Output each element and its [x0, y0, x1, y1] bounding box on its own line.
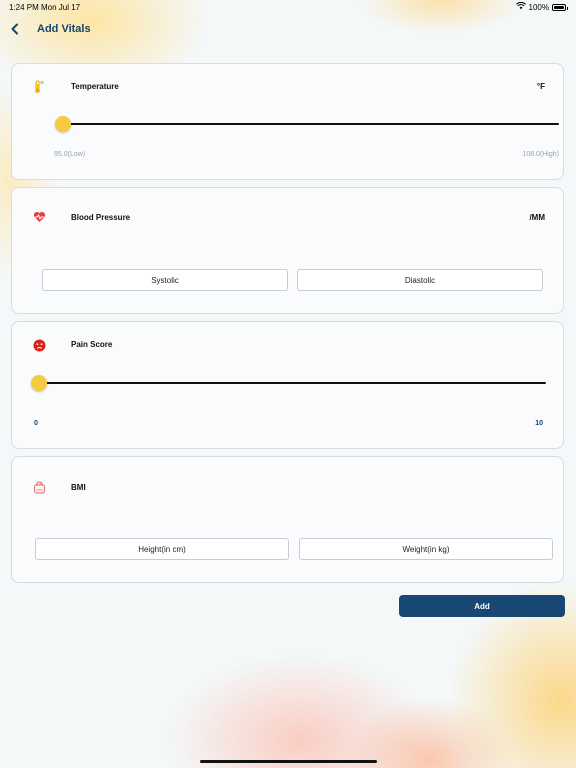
temperature-slider-thumb[interactable] — [55, 116, 71, 132]
home-indicator — [200, 760, 377, 763]
bmi-card: BMI — [11, 456, 564, 583]
scale-icon — [32, 480, 46, 494]
nav-bar: Add Vitals — [0, 18, 576, 40]
battery-icon — [552, 3, 568, 11]
back-button[interactable] — [6, 20, 24, 38]
chevron-left-icon — [11, 23, 18, 35]
heart-pulse-icon — [32, 210, 46, 224]
thermometer-icon — [32, 80, 46, 94]
page-title: Add Vitals — [37, 23, 91, 35]
pain-score-slider-track[interactable] — [36, 382, 546, 384]
battery-percent: 100% — [528, 2, 549, 12]
temperature-min-label: 95.0(Low) — [54, 151, 86, 158]
temperature-title: Temperature — [71, 82, 119, 91]
battery-level — [554, 5, 564, 9]
systolic-input[interactable] — [42, 269, 288, 291]
temperature-card: Temperature °F 95.0(Low) 108.0(High) — [11, 63, 564, 180]
temperature-unit: °F — [536, 82, 545, 91]
sad-face-icon — [32, 338, 46, 352]
temperature-slider-track[interactable] — [60, 123, 559, 125]
pain-score-card: Pain Score 0 10 — [11, 321, 564, 449]
blood-pressure-unit: /MM — [529, 213, 545, 222]
bmi-title: BMI — [71, 483, 86, 492]
blood-pressure-card: Blood Pressure /MM — [11, 187, 564, 314]
weight-input[interactable] — [299, 538, 553, 560]
status-date: Mon Jul 17 — [41, 3, 81, 12]
pain-score-min-label: 0 — [34, 420, 38, 427]
add-button[interactable]: Add — [399, 595, 565, 617]
height-input[interactable] — [35, 538, 289, 560]
temperature-max-label: 108.0(High) — [522, 151, 559, 158]
pain-score-slider-thumb[interactable] — [31, 375, 47, 391]
status-indicators: 100% — [515, 1, 568, 12]
pain-score-title: Pain Score — [71, 340, 113, 349]
diastolic-input[interactable] — [297, 269, 543, 291]
pain-score-max-label: 10 — [535, 420, 543, 427]
blood-pressure-title: Blood Pressure — [71, 213, 131, 222]
wifi-icon — [515, 1, 526, 12]
status-time: 1:24 PM — [9, 3, 39, 12]
status-bar: 1:24 PM Mon Jul 17 100% — [0, 0, 576, 16]
